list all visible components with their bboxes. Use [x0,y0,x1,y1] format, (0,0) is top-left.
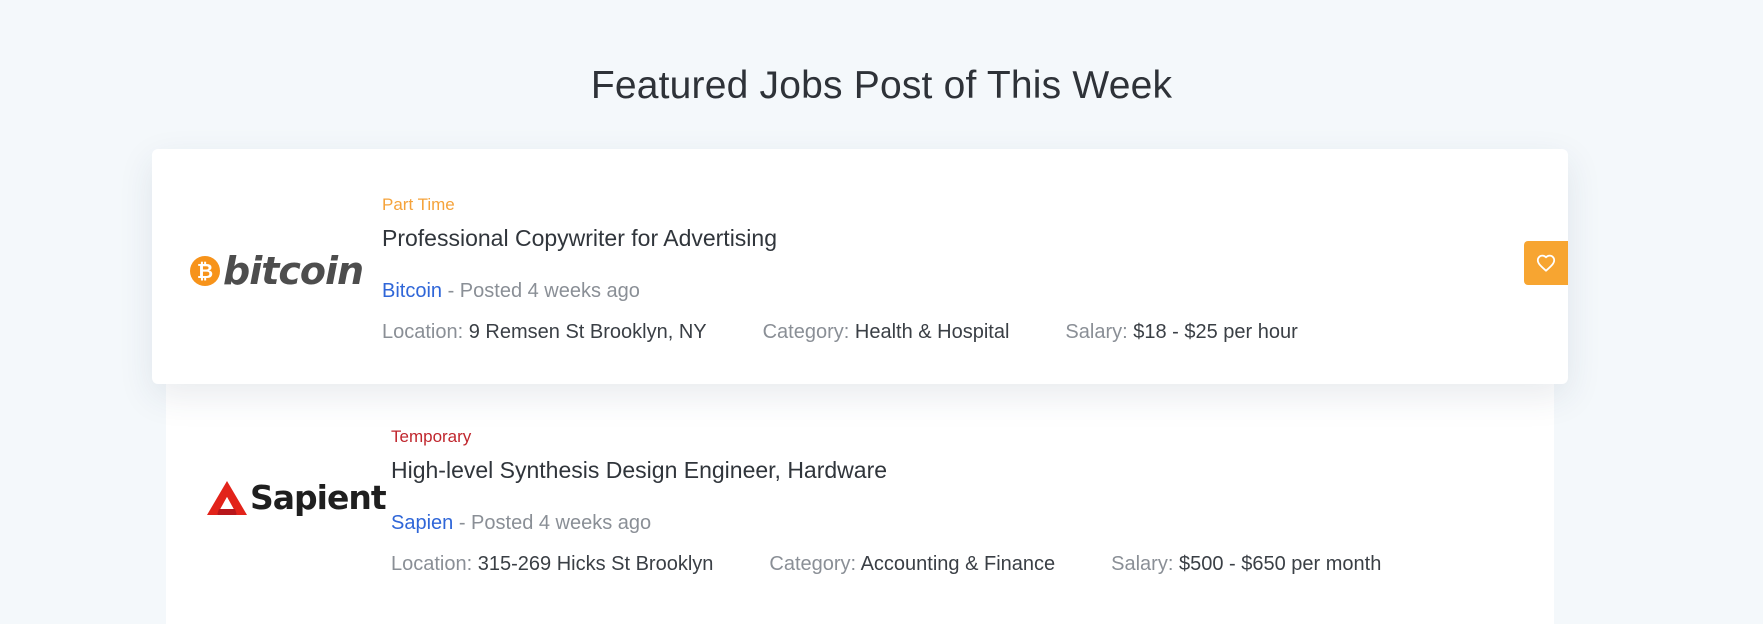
job-salary: Salary: $500 - $650 per month [1111,553,1381,576]
sapient-logo-wordmark: Sapient [250,478,387,517]
category-value: Health & Hospital [854,321,1010,343]
location-value: 315-269 Hicks St Brooklyn [477,553,714,575]
job-meta: Location: 315-269 Hicks St Brooklyn Cate… [391,553,1437,576]
category-label: Category: [762,321,850,343]
job-salary: Salary: $18 - $25 per hour [1065,321,1297,344]
posted-time: - Posted 4 weeks ago [453,512,652,534]
job-info: Temporary High-level Synthesis Design En… [391,427,1437,576]
bitcoin-coin-icon: ₿ [190,256,220,286]
job-location: Location: 315-269 Hicks St Brooklyn [391,553,713,576]
job-type-badge: Temporary [391,427,472,446]
company-line: Bitcoin - Posted 4 weeks ago [382,280,1354,303]
job-category: Category: Accounting & Finance [769,553,1055,576]
location-label: Location: [391,553,473,575]
job-category: Category: Health & Hospital [763,321,1010,344]
category-value: Accounting & Finance [860,553,1056,575]
bitcoin-logo-wordmark: bitcoin [223,249,364,293]
location-label: Location: [382,321,464,343]
job-title-link[interactable]: Professional Copywriter for Advertising [382,225,1354,252]
sapient-logo[interactable]: Sapient [206,478,387,517]
job-meta: Location: 9 Remsen St Brooklyn, NY Categ… [382,321,1354,344]
company-link[interactable]: Sapien [391,512,453,534]
category-label: Category: [769,553,857,575]
company-line: Sapien - Posted 4 weeks ago [391,512,1437,535]
heart-outline-icon [1536,254,1556,272]
location-value: 9 Remsen St Brooklyn, NY [468,321,707,343]
salary-label: Salary: [1111,553,1174,575]
job-info: Part Time Professional Copywriter for Ad… [382,195,1354,344]
salary-value: $18 - $25 per hour [1133,321,1298,343]
job-card[interactable]: Sapient Temporary High-level Synthesis D… [166,384,1554,624]
job-title-link[interactable]: High-level Synthesis Design Engineer, Ha… [391,457,1437,484]
favorite-button[interactable] [1524,241,1568,285]
job-location: Location: 9 Remsen St Brooklyn, NY [382,321,707,344]
posted-time: - Posted 4 weeks ago [442,280,640,302]
salary-label: Salary: [1065,321,1128,343]
section-title: Featured Jobs Post of This Week [590,64,1173,108]
salary-value: $500 - $650 per month [1178,553,1382,575]
job-type-badge: Part Time [382,195,455,214]
company-link[interactable]: Bitcoin [382,280,442,302]
job-card[interactable]: ₿ bitcoin Part Time Professional Copywri… [152,149,1568,384]
bitcoin-logo[interactable]: ₿ bitcoin [190,249,364,293]
sapient-mark-icon [207,480,247,515]
